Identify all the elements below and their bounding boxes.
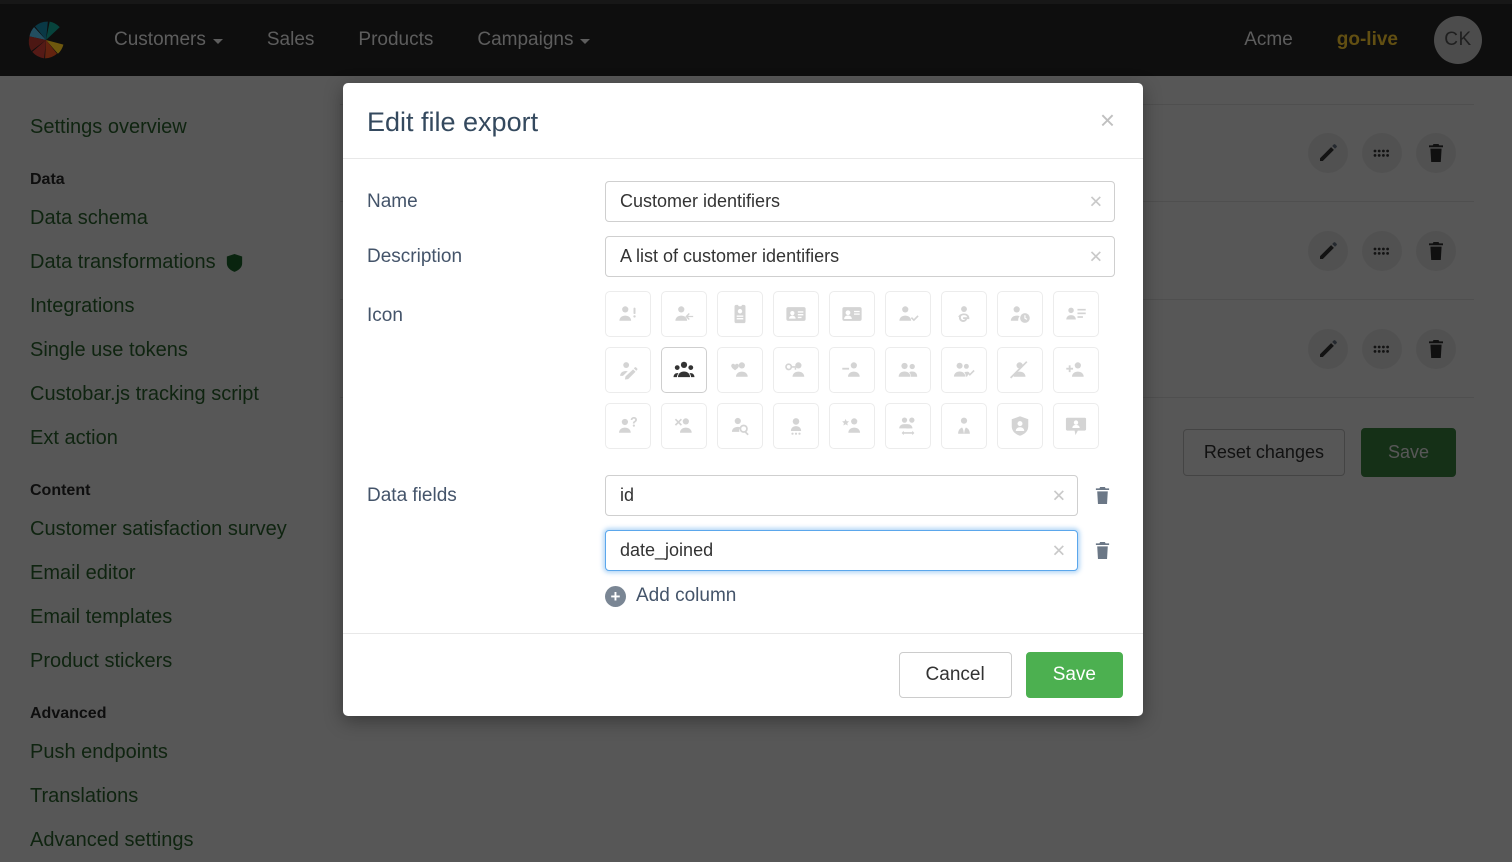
chevron-down-icon [580, 39, 591, 44]
person-arrow-left-icon[interactable] [661, 291, 707, 337]
icon-label: Icon [367, 305, 403, 326]
clear-data-field-icon[interactable]: ✕ [1052, 542, 1066, 559]
navbar-right: Acme go-live CK [1222, 16, 1512, 64]
person-remove-icon[interactable] [661, 403, 707, 449]
add-column-label: Add column [636, 585, 737, 606]
delete-column-icon[interactable] [1090, 537, 1115, 564]
person-tie-icon[interactable] [941, 403, 987, 449]
person-slash-icon[interactable] [997, 347, 1043, 393]
data-field-input-0[interactable] [605, 475, 1078, 516]
contact-card-icon[interactable] [829, 291, 875, 337]
icon-picker [605, 291, 1115, 449]
person-check-icon[interactable] [885, 291, 931, 337]
nav-item-campaigns[interactable]: Campaigns [455, 29, 612, 51]
account-name[interactable]: Acme [1222, 29, 1315, 51]
person-message-icon[interactable] [1053, 403, 1099, 449]
clear-name-icon[interactable]: ✕ [1089, 193, 1103, 210]
cancel-button[interactable]: Cancel [898, 652, 1012, 698]
shield-person-icon[interactable] [997, 403, 1043, 449]
person-list-icon[interactable] [1053, 291, 1099, 337]
app-root: Settings overview Data Data schema Data … [0, 0, 1512, 862]
brand-logo[interactable] [0, 18, 92, 62]
people-swap-icon[interactable] [885, 403, 931, 449]
person-edit-icon[interactable] [605, 347, 651, 393]
people-group-icon[interactable] [661, 347, 707, 393]
id-card-icon[interactable] [773, 291, 819, 337]
chevron-down-icon [212, 39, 223, 44]
data-field-row: ✕ [605, 530, 1115, 571]
data-field-input-wrap: ✕ [605, 475, 1078, 516]
data-fields-label: Data fields [367, 485, 457, 506]
plus-circle-icon: + [605, 585, 626, 607]
close-icon[interactable]: × [1100, 107, 1115, 133]
top-navbar: Customers Sales Products Campaigns Acme … [0, 0, 1512, 76]
person-alert-icon[interactable] [605, 291, 651, 337]
nav-item-label: Customers [114, 29, 206, 50]
data-fields-list: ✕ ✕ [605, 475, 1115, 607]
clear-data-field-icon[interactable]: ✕ [1052, 487, 1066, 504]
custobar-logo-icon [28, 21, 64, 59]
avatar[interactable]: CK [1434, 16, 1482, 64]
person-key-icon[interactable] [773, 347, 819, 393]
modal-header: Edit file export × [343, 83, 1143, 159]
data-field-row: ✕ [605, 475, 1115, 516]
data-field-input-1[interactable] [605, 530, 1078, 571]
person-question-icon[interactable] [605, 403, 651, 449]
icon-picker-row [605, 347, 1115, 393]
save-button[interactable]: Save [1025, 652, 1123, 698]
person-star-icon[interactable] [829, 403, 875, 449]
people-check-icon[interactable] [941, 347, 987, 393]
clear-description-icon[interactable]: ✕ [1089, 248, 1103, 265]
add-column-button[interactable]: + Add column [605, 585, 1115, 607]
name-input[interactable] [605, 181, 1115, 222]
data-field-input-wrap: ✕ [605, 530, 1078, 571]
nav-item-label: Campaigns [477, 29, 574, 50]
modal-body: Name ✕ Description ✕ Ico [343, 159, 1143, 633]
person-dots-icon[interactable] [773, 403, 819, 449]
icon-field-row: Icon [367, 291, 1115, 449]
description-field-row: Description ✕ [367, 236, 1115, 277]
description-input[interactable] [605, 236, 1115, 277]
delete-column-icon[interactable] [1090, 482, 1115, 509]
primary-nav: Customers Sales Products Campaigns [92, 29, 612, 51]
icon-picker-row [605, 291, 1115, 337]
person-plus-icon[interactable] [1053, 347, 1099, 393]
name-label: Name [367, 191, 418, 212]
modal-footer: Cancel Save [343, 633, 1143, 716]
data-fields-row: Data fields ✕ ✕ [367, 475, 1115, 607]
nav-item-sales[interactable]: Sales [245, 29, 337, 51]
environment-badge[interactable]: go-live [1315, 29, 1420, 51]
person-refresh-icon[interactable] [941, 291, 987, 337]
page-title: Edit file export [367, 107, 539, 137]
nav-item-products[interactable]: Products [336, 29, 455, 51]
nav-item-customers[interactable]: Customers [92, 29, 245, 51]
person-search-icon[interactable] [717, 403, 763, 449]
person-heart-icon[interactable] [717, 347, 763, 393]
description-label: Description [367, 246, 463, 267]
name-field-row: Name ✕ [367, 181, 1115, 222]
id-badge-icon[interactable] [717, 291, 763, 337]
person-clock-icon[interactable] [997, 291, 1043, 337]
icon-picker-row [605, 403, 1115, 449]
edit-file-export-modal: Edit file export × Name ✕ Description [343, 83, 1143, 716]
people-two-icon[interactable] [885, 347, 931, 393]
person-minus-icon[interactable] [829, 347, 875, 393]
